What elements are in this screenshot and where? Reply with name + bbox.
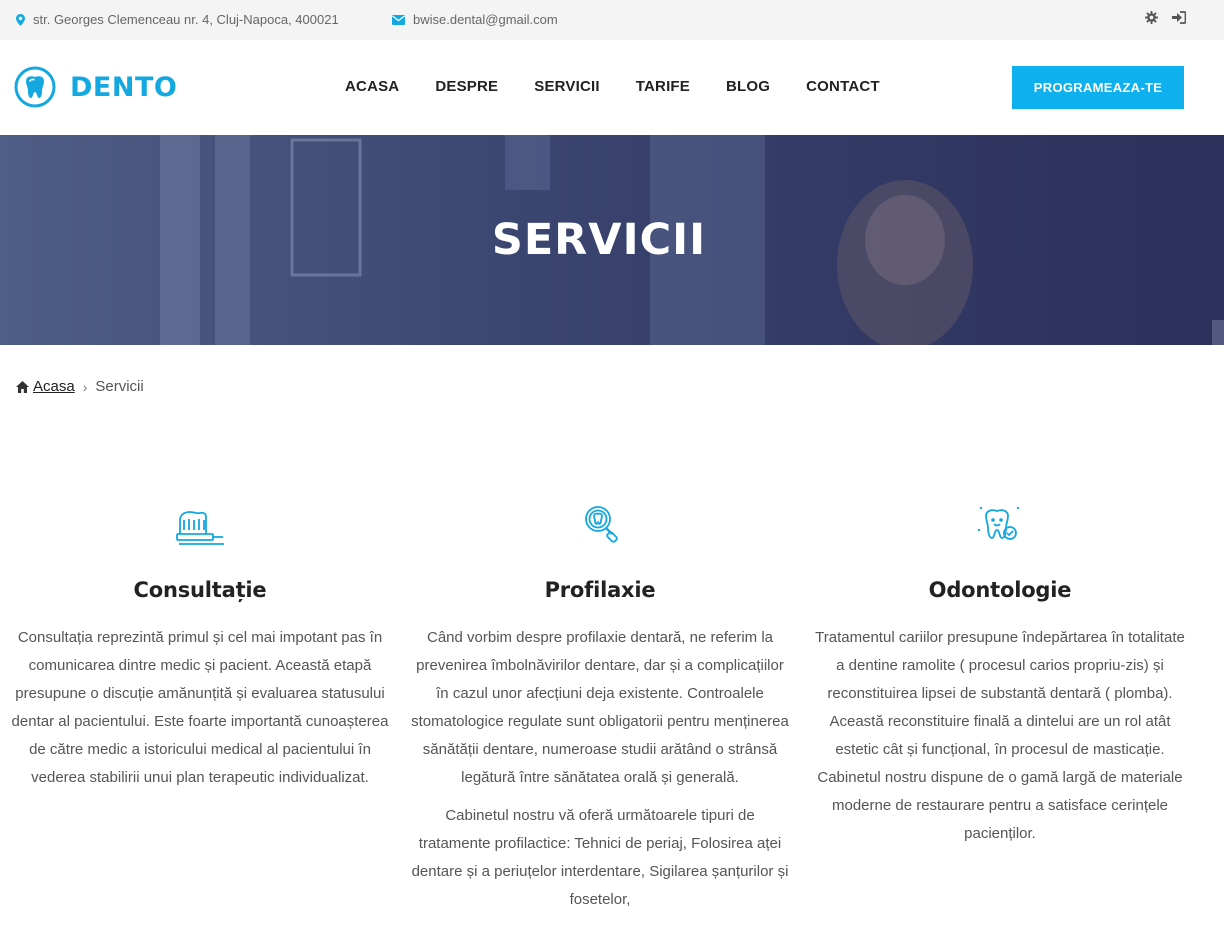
appointment-button[interactable]: PROGRAMEAZA-TE bbox=[1012, 66, 1184, 109]
home-icon bbox=[16, 380, 29, 393]
nav-despre[interactable]: DESPRE bbox=[435, 78, 498, 95]
service-title: Odontologie bbox=[928, 578, 1072, 602]
logo[interactable]: DENTO bbox=[14, 66, 177, 108]
nav-contact[interactable]: CONTACT bbox=[806, 78, 880, 95]
breadcrumb-home-label: Acasa bbox=[33, 378, 75, 395]
brand-name: DENTO bbox=[70, 71, 178, 103]
happy-tooth-icon bbox=[978, 507, 1019, 540]
address-info: str. Georges Clemenceau nr. 4, Cluj-Napo… bbox=[16, 12, 339, 27]
top-tools bbox=[1145, 11, 1186, 24]
site-header: DENTO ACASA DESPRE SERVICII TARIFE BLOG … bbox=[0, 40, 1224, 135]
service-description: Tratamentul cariilor presupune îndepărta… bbox=[815, 629, 1185, 842]
envelope-icon bbox=[392, 14, 405, 25]
service-profilaxie: Profilaxie Când vorbim despre profilaxie… bbox=[410, 502, 790, 914]
service-odontologie: Odontologie Tratamentul cariilor presupu… bbox=[810, 502, 1190, 848]
email-text[interactable]: bwise.dental@gmail.com bbox=[413, 12, 558, 27]
tooth-logo-icon bbox=[14, 66, 56, 108]
service-title: Consultație bbox=[133, 578, 267, 602]
magnifier-tooth-icon bbox=[585, 506, 618, 543]
nav-servicii[interactable]: SERVICII bbox=[534, 78, 600, 95]
breadcrumb: Acasa › Servicii bbox=[16, 378, 144, 395]
service-title: Profilaxie bbox=[544, 578, 656, 602]
page-title: SERVICII bbox=[491, 215, 707, 265]
hero-banner: SERVICII bbox=[0, 135, 1224, 345]
service-consultatie: Consultație Consultația reprezintă primu… bbox=[10, 502, 390, 792]
map-marker-icon bbox=[16, 13, 25, 26]
main-nav: ACASA DESPRE SERVICII TARIFE BLOG CONTAC… bbox=[345, 78, 916, 95]
service-description: Când vorbim despre profilaxie dentară, n… bbox=[411, 629, 789, 786]
address-text: str. Georges Clemenceau nr. 4, Cluj-Napo… bbox=[33, 12, 339, 27]
nav-tarife[interactable]: TARIFE bbox=[636, 78, 690, 95]
gear-icon[interactable] bbox=[1145, 11, 1158, 24]
email-info[interactable]: bwise.dental@gmail.com bbox=[392, 12, 558, 27]
nav-acasa[interactable]: ACASA bbox=[345, 78, 399, 95]
sign-in-icon[interactable] bbox=[1172, 11, 1186, 24]
service-description: Consultația reprezintă primul și cel mai… bbox=[11, 629, 389, 786]
chevron-right-icon: › bbox=[82, 378, 88, 395]
toothbrush-icon bbox=[176, 511, 224, 545]
breadcrumb-home[interactable]: Acasa bbox=[16, 378, 75, 395]
top-bar: str. Georges Clemenceau nr. 4, Cluj-Napo… bbox=[0, 0, 1224, 40]
service-description-extra: Cabinetul nostru vă oferă următoarele ti… bbox=[411, 807, 789, 908]
nav-blog[interactable]: BLOG bbox=[726, 78, 770, 95]
breadcrumb-current: Servicii bbox=[95, 378, 144, 395]
